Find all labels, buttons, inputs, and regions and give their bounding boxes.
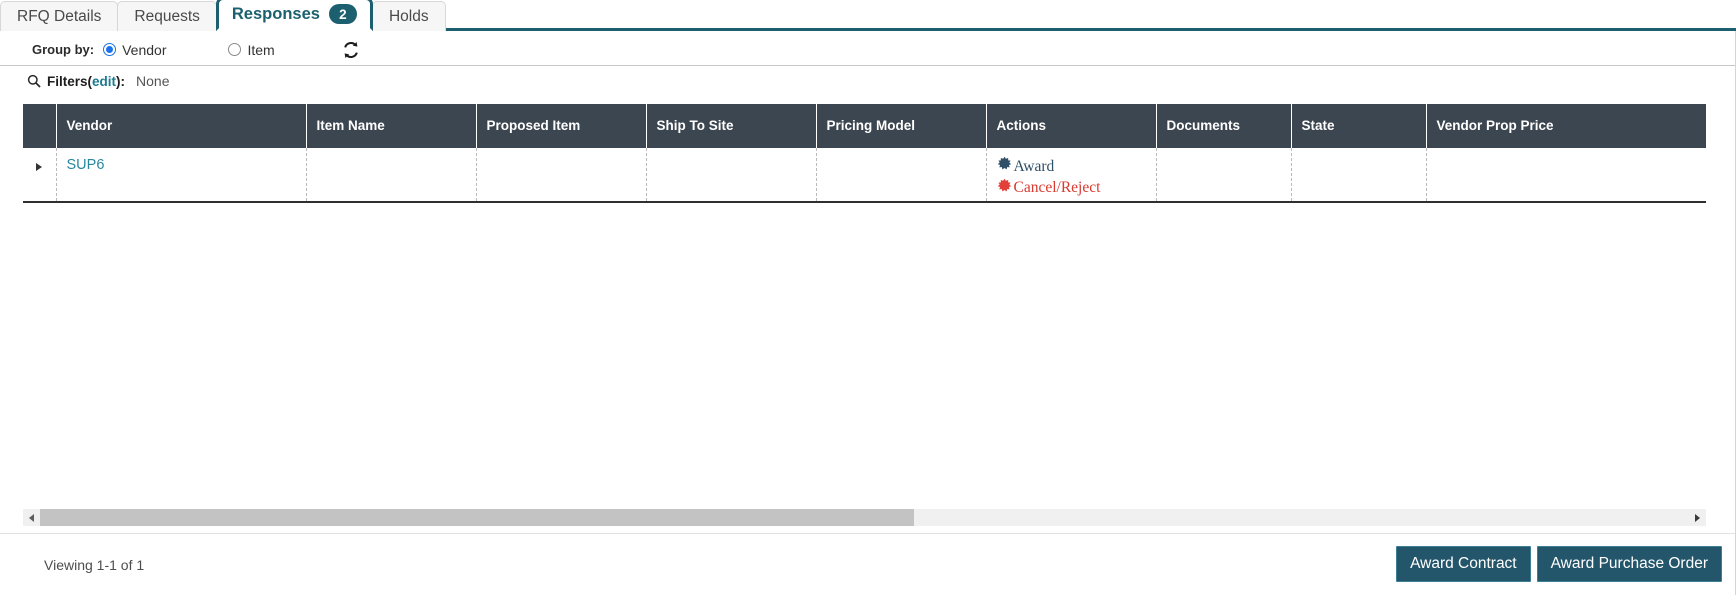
search-icon xyxy=(27,74,41,88)
tab-requests[interactable]: Requests xyxy=(117,1,216,31)
radio-group-by-item[interactable]: Item xyxy=(228,42,274,58)
cell-actions: Award Cancel/Reject xyxy=(986,148,1156,202)
grid-horizontal-scrollbar[interactable] xyxy=(23,509,1706,526)
tab-rfq-details[interactable]: RFQ Details xyxy=(0,1,118,31)
award-action-link[interactable]: Award xyxy=(997,156,1156,178)
scroll-left-arrow-icon[interactable] xyxy=(23,509,40,526)
table-row: SUP6 Award xyxy=(23,148,1706,202)
column-header-proposed-item[interactable]: Proposed Item xyxy=(476,104,646,148)
cell-item-name xyxy=(306,148,476,202)
column-header-item-name[interactable]: Item Name xyxy=(306,104,476,148)
group-by-label: Group by: xyxy=(32,42,94,57)
cancel-burst-icon xyxy=(997,178,1012,200)
responses-grid: Vendor Item Name Proposed Item Ship To S… xyxy=(23,104,1706,203)
award-purchase-order-button[interactable]: Award Purchase Order xyxy=(1537,546,1722,582)
column-header-expander xyxy=(23,104,56,148)
cell-proposed-item xyxy=(476,148,646,202)
award-contract-button[interactable]: Award Contract xyxy=(1396,546,1531,582)
tab-holds[interactable]: Holds xyxy=(372,1,446,31)
filters-value: None xyxy=(136,73,169,89)
tab-label: Requests xyxy=(134,8,199,26)
column-header-actions[interactable]: Actions xyxy=(986,104,1156,148)
filters-separator: ): xyxy=(116,74,125,89)
column-header-state[interactable]: State xyxy=(1291,104,1426,148)
footer-button-group: Award Contract Award Purchase Order xyxy=(1396,546,1722,582)
tab-list: RFQ Details Requests Responses 2 Holds xyxy=(0,0,445,31)
radio-item-indicator[interactable] xyxy=(228,43,241,56)
filter-bar: Filters(edit): None xyxy=(0,68,1736,94)
expand-row-triangle-icon[interactable] xyxy=(36,163,42,171)
scrollbar-track[interactable] xyxy=(40,509,1689,526)
group-by-bar: Group by: Vendor Item xyxy=(0,34,1736,66)
tab-label: RFQ Details xyxy=(17,8,101,26)
viewing-count-label: Viewing 1-1 of 1 xyxy=(44,557,144,573)
cell-state xyxy=(1291,148,1426,202)
column-header-documents[interactable]: Documents xyxy=(1156,104,1291,148)
tab-label: Holds xyxy=(389,8,429,26)
award-burst-icon xyxy=(997,156,1012,178)
responses-grid-viewport: Vendor Item Name Proposed Item Ship To S… xyxy=(23,104,1706,214)
filters-label-group: Filters(edit): xyxy=(47,74,125,89)
tab-strip: RFQ Details Requests Responses 2 Holds xyxy=(0,0,1736,31)
column-header-vendor[interactable]: Vendor xyxy=(56,104,306,148)
filters-label: Filters xyxy=(47,74,88,89)
row-expander-cell[interactable] xyxy=(23,148,56,202)
tab-responses[interactable]: Responses 2 xyxy=(216,0,373,31)
cell-documents xyxy=(1156,148,1291,202)
cell-ship-to-site xyxy=(646,148,816,202)
scroll-right-arrow-icon[interactable] xyxy=(1689,509,1706,526)
radio-vendor-label: Vendor xyxy=(122,42,166,58)
cancel-reject-action-link[interactable]: Cancel/Reject xyxy=(997,178,1156,200)
vendor-link[interactable]: SUP6 xyxy=(67,157,105,173)
cell-vendor-prop-price xyxy=(1426,148,1706,202)
tab-responses-badge: 2 xyxy=(329,4,357,24)
tab-label: Responses xyxy=(232,5,320,24)
cancel-reject-action-label: Cancel/Reject xyxy=(1014,178,1101,199)
column-header-pricing-model[interactable]: Pricing Model xyxy=(816,104,986,148)
radio-vendor-indicator[interactable] xyxy=(103,43,116,56)
scrollbar-thumb[interactable] xyxy=(40,509,914,526)
refresh-icon[interactable] xyxy=(340,39,362,61)
radio-item-label: Item xyxy=(247,42,274,58)
filters-edit-link[interactable]: edit xyxy=(92,74,116,89)
radio-group-by-vendor[interactable]: Vendor xyxy=(103,42,166,58)
column-header-ship-to-site[interactable]: Ship To Site xyxy=(646,104,816,148)
column-header-vendor-prop-price[interactable]: Vendor Prop Price xyxy=(1426,104,1706,148)
award-action-label: Award xyxy=(1014,157,1055,178)
cell-vendor: SUP6 xyxy=(56,148,306,202)
cell-pricing-model xyxy=(816,148,986,202)
grid-footer: Viewing 1-1 of 1 Award Contract Award Pu… xyxy=(0,533,1736,595)
grid-header-row: Vendor Item Name Proposed Item Ship To S… xyxy=(23,104,1706,148)
